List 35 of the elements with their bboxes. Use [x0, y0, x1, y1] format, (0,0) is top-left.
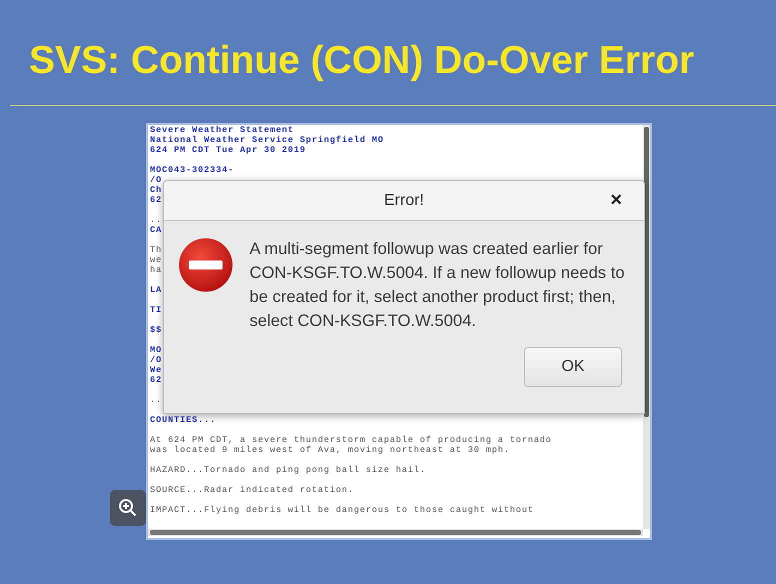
text-line: HAZARD...Tornado and ping pong ball size hail. [150, 465, 426, 475]
text-line: 62 [150, 375, 162, 385]
text-line: Th [150, 245, 162, 255]
error-icon [178, 237, 234, 293]
ok-button[interactable]: OK [524, 347, 622, 387]
text-line: was located 9 miles west of Ava, moving northeast at 30 mph. [150, 445, 510, 455]
text-line: .. [150, 395, 162, 405]
text-line: we [150, 255, 162, 265]
text-line: Severe Weather Statement [150, 125, 294, 135]
text-line: We [150, 365, 162, 375]
text-line: IMPACT...Flying debris will be dangerous to those caught without [150, 505, 534, 515]
text-line: LA [150, 285, 162, 295]
dialog-title: Error! [384, 192, 424, 210]
text-line: /O [150, 355, 162, 365]
text-line: TI [150, 305, 162, 315]
zoom-in-icon [118, 498, 138, 518]
horizontal-scrollbar[interactable] [148, 529, 643, 536]
text-line: 624 PM CDT Tue Apr 30 2019 [150, 145, 306, 155]
text-line: COUNTIES... [150, 415, 216, 425]
text-line: MOC043-302334- [150, 165, 234, 175]
text-line: SOURCE...Radar indicated rotation. [150, 485, 354, 495]
error-message: A multi-segment followup was created earlier for CON-KSGF.TO.W.5004. If a new followup needs to be created for it, select another product first; then, select CON-KSGF.TO.W.5004. [249, 238, 626, 332]
text-line: Ch [150, 185, 162, 195]
text-line: At 624 PM CDT, a severe thunderstorm capable of producing a tornado [150, 435, 552, 445]
zoom-button[interactable] [110, 490, 146, 526]
text-line: 62 [150, 195, 162, 205]
text-line: $$ [150, 325, 162, 335]
text-line: /O [150, 175, 162, 185]
text-line: National Weather Service Springfield MO [150, 135, 384, 145]
close-button[interactable]: × [608, 190, 624, 210]
slide-title: SVS: Continue (CON) Do-Over Error [29, 39, 696, 83]
text-line: .. [150, 215, 162, 225]
text-line: MO [150, 345, 162, 355]
text-line: CA [150, 225, 162, 235]
text-line: ha [150, 265, 162, 275]
